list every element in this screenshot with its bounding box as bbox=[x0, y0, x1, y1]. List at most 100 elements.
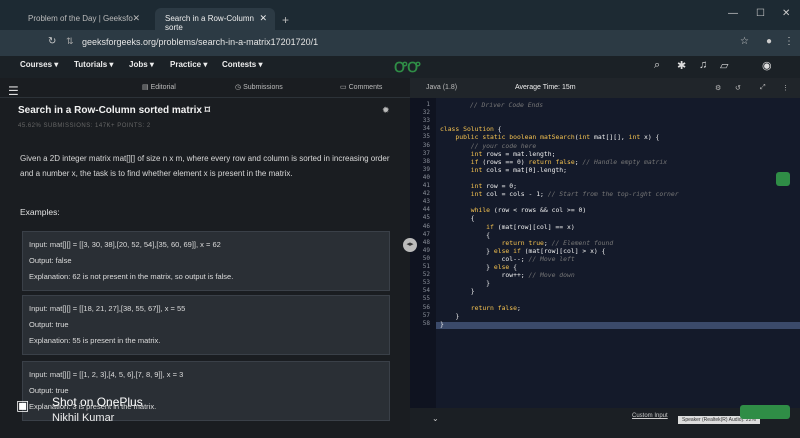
code-line: } else if (mat[row][col] > x) { bbox=[440, 246, 606, 255]
line-number: 39 bbox=[422, 165, 430, 173]
line-number: 51 bbox=[422, 263, 430, 270]
code-line: row++; // Move down bbox=[440, 271, 575, 280]
code-line: public static boolean matSearch(int mat[… bbox=[455, 133, 660, 142]
nav-jobs[interactable]: Jobs ▾ bbox=[129, 60, 154, 69]
code-line: } bbox=[440, 319, 444, 328]
examples-heading: Examples: bbox=[20, 207, 60, 217]
line-number: 56 bbox=[422, 303, 430, 311]
active-line-highlight bbox=[436, 322, 800, 329]
report-bug-icon[interactable]: ✹ bbox=[382, 105, 390, 116]
line-number: 40 bbox=[422, 173, 430, 181]
problem-meta: 45.62% SUBMISSIONS: 147K+ POINTS: 2 bbox=[18, 123, 151, 129]
line-number: 1 bbox=[426, 101, 430, 108]
watermark-line1: Shot on OnePlus bbox=[52, 395, 143, 409]
code-line: if (rows == 0) return false; // Handle e… bbox=[470, 157, 668, 166]
watermark-line2: Nikhil Kumar bbox=[52, 412, 115, 424]
minimize-icon[interactable]: — bbox=[728, 8, 738, 19]
nav-courses[interactable]: Courses ▾ bbox=[20, 60, 58, 69]
more-options-icon[interactable]: ⋮ bbox=[782, 84, 789, 92]
url-field[interactable]: geeksforgeeks.org/problems/search-in-a-m… bbox=[82, 37, 318, 47]
line-number: 54 bbox=[422, 287, 430, 295]
example-output: Output: true bbox=[29, 320, 69, 329]
line-gutter: 1 32 33 34 35 36 37 38 39 40 41 42 43 44 45 46 47 48 49 50 5… bbox=[410, 98, 436, 408]
new-tab-icon[interactable]: + bbox=[282, 13, 289, 27]
gfg-logo-icon[interactable]: ꝌꝌ bbox=[394, 58, 420, 77]
reset-icon[interactable]: ↺ bbox=[735, 84, 741, 92]
line-number: 38 bbox=[422, 157, 430, 165]
browser-tab[interactable]: Problem of the Day | Geeksfo ✕ bbox=[18, 8, 148, 30]
custom-input-toggle[interactable]: Custom Input bbox=[632, 413, 668, 419]
browser-tab-bar: Problem of the Day | Geeksfo ✕ Search in… bbox=[0, 0, 800, 32]
line-number: 46 bbox=[422, 222, 430, 230]
close-icon[interactable]: ✕ bbox=[259, 13, 267, 24]
line-number: 52 bbox=[422, 271, 430, 279]
line-number: 32 bbox=[422, 109, 430, 117]
bookmark-icon[interactable]: ⌑ bbox=[205, 105, 210, 116]
hamburger-menu-icon[interactable]: ☰ bbox=[8, 84, 19, 98]
line-number: 53 bbox=[422, 279, 430, 287]
bookmark-star-icon[interactable]: ☆ bbox=[740, 36, 749, 47]
line-number: 55 bbox=[422, 295, 430, 303]
code-line: class Solution { bbox=[440, 125, 502, 134]
window-close-icon[interactable]: ✕ bbox=[782, 8, 790, 19]
nav-practice[interactable]: Practice ▾ bbox=[170, 60, 207, 69]
problem-panel: ☰ ▤ Editorial ◷ Submissions ▭ Comments S… bbox=[0, 78, 410, 438]
problem-title: Search in a Row-Column sorted matrix ⌑ bbox=[18, 105, 210, 116]
tab-editorial[interactable]: ▤ Editorial bbox=[142, 83, 176, 91]
example-explanation: Explanation: 62 is not present in the ma… bbox=[29, 272, 234, 281]
close-icon[interactable]: ✕ bbox=[132, 13, 140, 24]
fullscreen-icon[interactable]: ⤢ bbox=[760, 84, 766, 92]
example-output: Output: false bbox=[29, 256, 72, 265]
line-number: 33 bbox=[422, 117, 430, 125]
problem-description: Given a 2D integer matrix mat[][] of siz… bbox=[20, 154, 390, 178]
streak-icon[interactable]: ▱ bbox=[720, 59, 728, 72]
tab-label: Problem of the Day | Geeksfo bbox=[28, 14, 133, 23]
search-icon[interactable]: ⌕ bbox=[654, 59, 660, 72]
line-number: 37 bbox=[422, 149, 430, 157]
side-feedback-icon[interactable] bbox=[776, 172, 790, 186]
line-number: 42 bbox=[422, 190, 430, 198]
user-avatar[interactable]: ◉ bbox=[762, 59, 772, 72]
example-box: Input: mat[][] = [[3, 30, 38],[20, 52, 5… bbox=[22, 231, 390, 291]
code-line: int rows = mat.length; bbox=[470, 149, 556, 158]
browser-tab-active[interactable]: Search in a Row-Column sorte ✕ bbox=[155, 8, 275, 32]
collapse-icon[interactable]: ⌄ bbox=[432, 414, 439, 423]
theme-toggle-icon[interactable]: ✱ bbox=[677, 59, 686, 72]
tab-comments[interactable]: ▭ Comments bbox=[340, 83, 382, 91]
code-line: return true; // Element found bbox=[501, 238, 614, 247]
oneplus-logo-icon: ▣ bbox=[16, 397, 30, 413]
code-line: col--; // Move left bbox=[440, 254, 575, 263]
maximize-icon[interactable]: ☐ bbox=[756, 8, 765, 19]
site-info-icon[interactable]: ⇅ bbox=[66, 36, 74, 47]
nav-tutorials[interactable]: Tutorials ▾ bbox=[74, 60, 113, 69]
code-line: } bbox=[440, 311, 460, 320]
browser-menu-icon[interactable]: ⋮ bbox=[784, 36, 794, 47]
tab-submissions[interactable]: ◷ Submissions bbox=[235, 83, 283, 91]
submit-button[interactable] bbox=[740, 405, 790, 419]
code-line: } bbox=[440, 279, 491, 288]
example-input: Input: mat[][] = [[1, 2, 3],[4, 5, 6],[7… bbox=[29, 370, 184, 379]
line-number: 34 bbox=[422, 125, 430, 133]
panel-resize-handle[interactable]: ◂▸ bbox=[403, 238, 417, 252]
profile-avatar-icon[interactable]: ● bbox=[766, 36, 772, 47]
code-line: int row = 0; bbox=[470, 182, 517, 190]
code-line: { bbox=[440, 214, 475, 223]
line-number: 45 bbox=[422, 214, 430, 222]
line-number: 41 bbox=[422, 182, 430, 189]
example-input: Input: mat[][] = [[3, 30, 38],[20, 52, 5… bbox=[29, 240, 221, 249]
nav-contests[interactable]: Contests ▾ bbox=[222, 60, 262, 69]
editor-header: Java (1.8) Average Time: 15m ⚙ ↺ ⤢ ⋮ bbox=[410, 78, 800, 98]
code-comment: // Driver Code Ends bbox=[470, 101, 544, 109]
site-nav: Courses ▾ Tutorials ▾ Jobs ▾ Practice ▾ … bbox=[0, 56, 800, 78]
editor-settings-icon[interactable]: ⚙ bbox=[715, 84, 721, 92]
line-number: 44 bbox=[422, 206, 430, 214]
reload-icon[interactable]: ↻ bbox=[48, 36, 56, 47]
line-number: 36 bbox=[422, 141, 430, 149]
line-number: 47 bbox=[422, 230, 430, 238]
code-line: return false; bbox=[470, 303, 521, 312]
language-select[interactable]: Java (1.8) bbox=[426, 84, 457, 91]
code-line: int cols = mat[0].length; bbox=[470, 165, 567, 174]
line-number: 58 bbox=[422, 319, 430, 327]
example-box: Input: mat[][] = [[18, 21, 27],[38, 55, … bbox=[22, 295, 390, 355]
notification-bell-icon[interactable]: ♫ bbox=[699, 59, 707, 71]
